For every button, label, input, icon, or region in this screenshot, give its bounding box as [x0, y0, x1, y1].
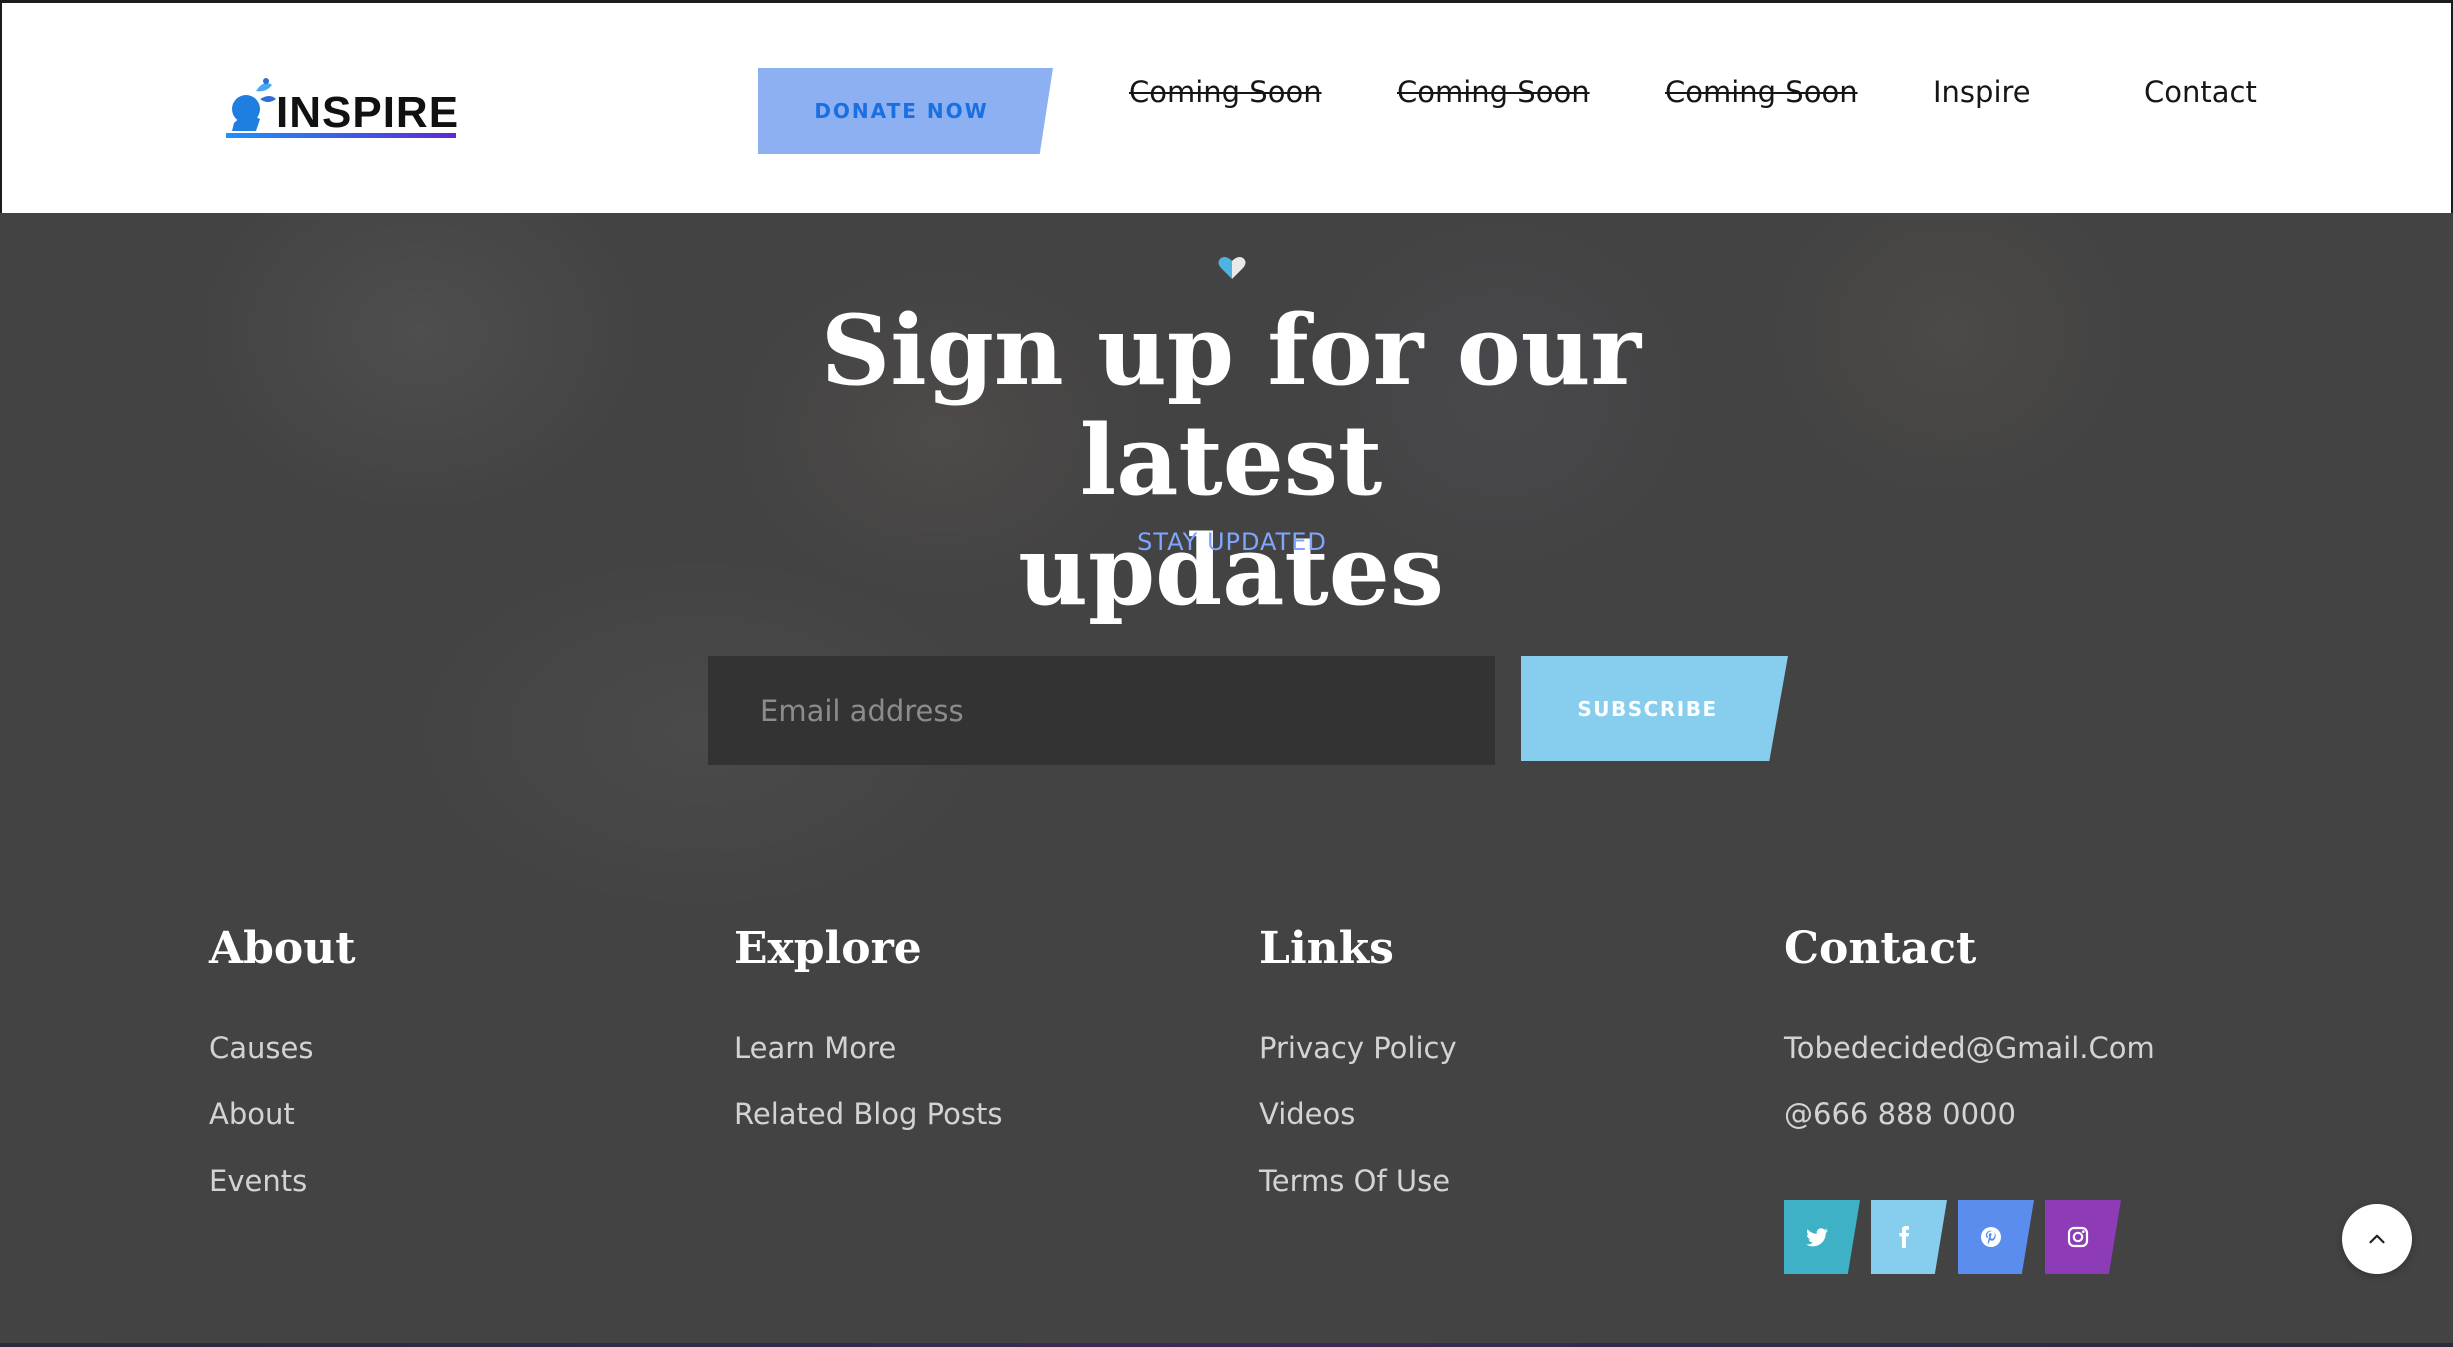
chevron-up-icon: [2369, 1234, 2385, 1244]
footer-link-privacy-policy[interactable]: Privacy Policy: [1259, 1031, 1457, 1065]
nav-item-coming-soon-2[interactable]: Coming Soon: [1397, 75, 1590, 109]
donate-now-button[interactable]: DONATE NOW: [758, 68, 1053, 154]
footer-link-learn-more[interactable]: Learn More: [734, 1031, 896, 1065]
contact-phone[interactable]: @666 888 0000: [1784, 1097, 2016, 1131]
instagram-button[interactable]: [2045, 1200, 2121, 1274]
facebook-icon: [1899, 1226, 1910, 1248]
facebook-button[interactable]: [1871, 1200, 1947, 1274]
site-header: INSPIRE DONATE NOW Coming Soon Coming So…: [0, 0, 2453, 213]
footer-about-title: About: [209, 923, 356, 974]
footer-link-causes[interactable]: Causes: [209, 1031, 313, 1065]
twitter-button[interactable]: [1784, 1200, 1860, 1274]
footer-link-related-blog-posts[interactable]: Related Blog Posts: [734, 1097, 1002, 1131]
nav-item-contact[interactable]: Contact: [2144, 75, 2257, 109]
logo[interactable]: INSPIRE: [226, 73, 458, 139]
footer-link-events[interactable]: Events: [209, 1164, 307, 1198]
footer-contact-title: Contact: [1784, 923, 1977, 974]
signup-title-line-1: Sign up for our latest: [820, 294, 1642, 517]
heart-icon: [1218, 257, 1246, 279]
email-input[interactable]: [708, 656, 1495, 765]
pinterest-icon: [1981, 1227, 2001, 1247]
logo-mark-icon: [232, 78, 276, 131]
logo-underline: [226, 133, 456, 138]
twitter-icon: [1806, 1228, 1828, 1247]
nav-item-inspire[interactable]: Inspire: [1933, 75, 2031, 109]
pinterest-button[interactable]: [1958, 1200, 2034, 1274]
divider: [0, 1343, 2453, 1347]
instagram-icon: [2067, 1226, 2089, 1248]
footer-link-videos[interactable]: Videos: [1259, 1097, 1355, 1131]
stay-updated-label: STAY UPDATED: [1137, 528, 1327, 556]
page: INSPIRE DONATE NOW Coming Soon Coming So…: [0, 0, 2453, 1347]
logo-text: INSPIRE: [276, 88, 460, 137]
footer-explore-title: Explore: [734, 923, 922, 974]
footer-link-terms-of-use[interactable]: Terms Of Use: [1259, 1164, 1450, 1198]
footer-link-about[interactable]: About: [209, 1097, 295, 1131]
scroll-to-top-button[interactable]: [2342, 1204, 2412, 1274]
nav-item-coming-soon-1[interactable]: Coming Soon: [1129, 75, 1322, 109]
signup-title: Sign up for our latest updates: [676, 296, 1786, 626]
subscribe-button[interactable]: SUBSCRIBE: [1521, 656, 1788, 761]
contact-email[interactable]: Tobedecided@Gmail.Com: [1784, 1031, 2155, 1065]
nav-item-coming-soon-3[interactable]: Coming Soon: [1665, 75, 1858, 109]
footer-links-title: Links: [1259, 923, 1394, 974]
